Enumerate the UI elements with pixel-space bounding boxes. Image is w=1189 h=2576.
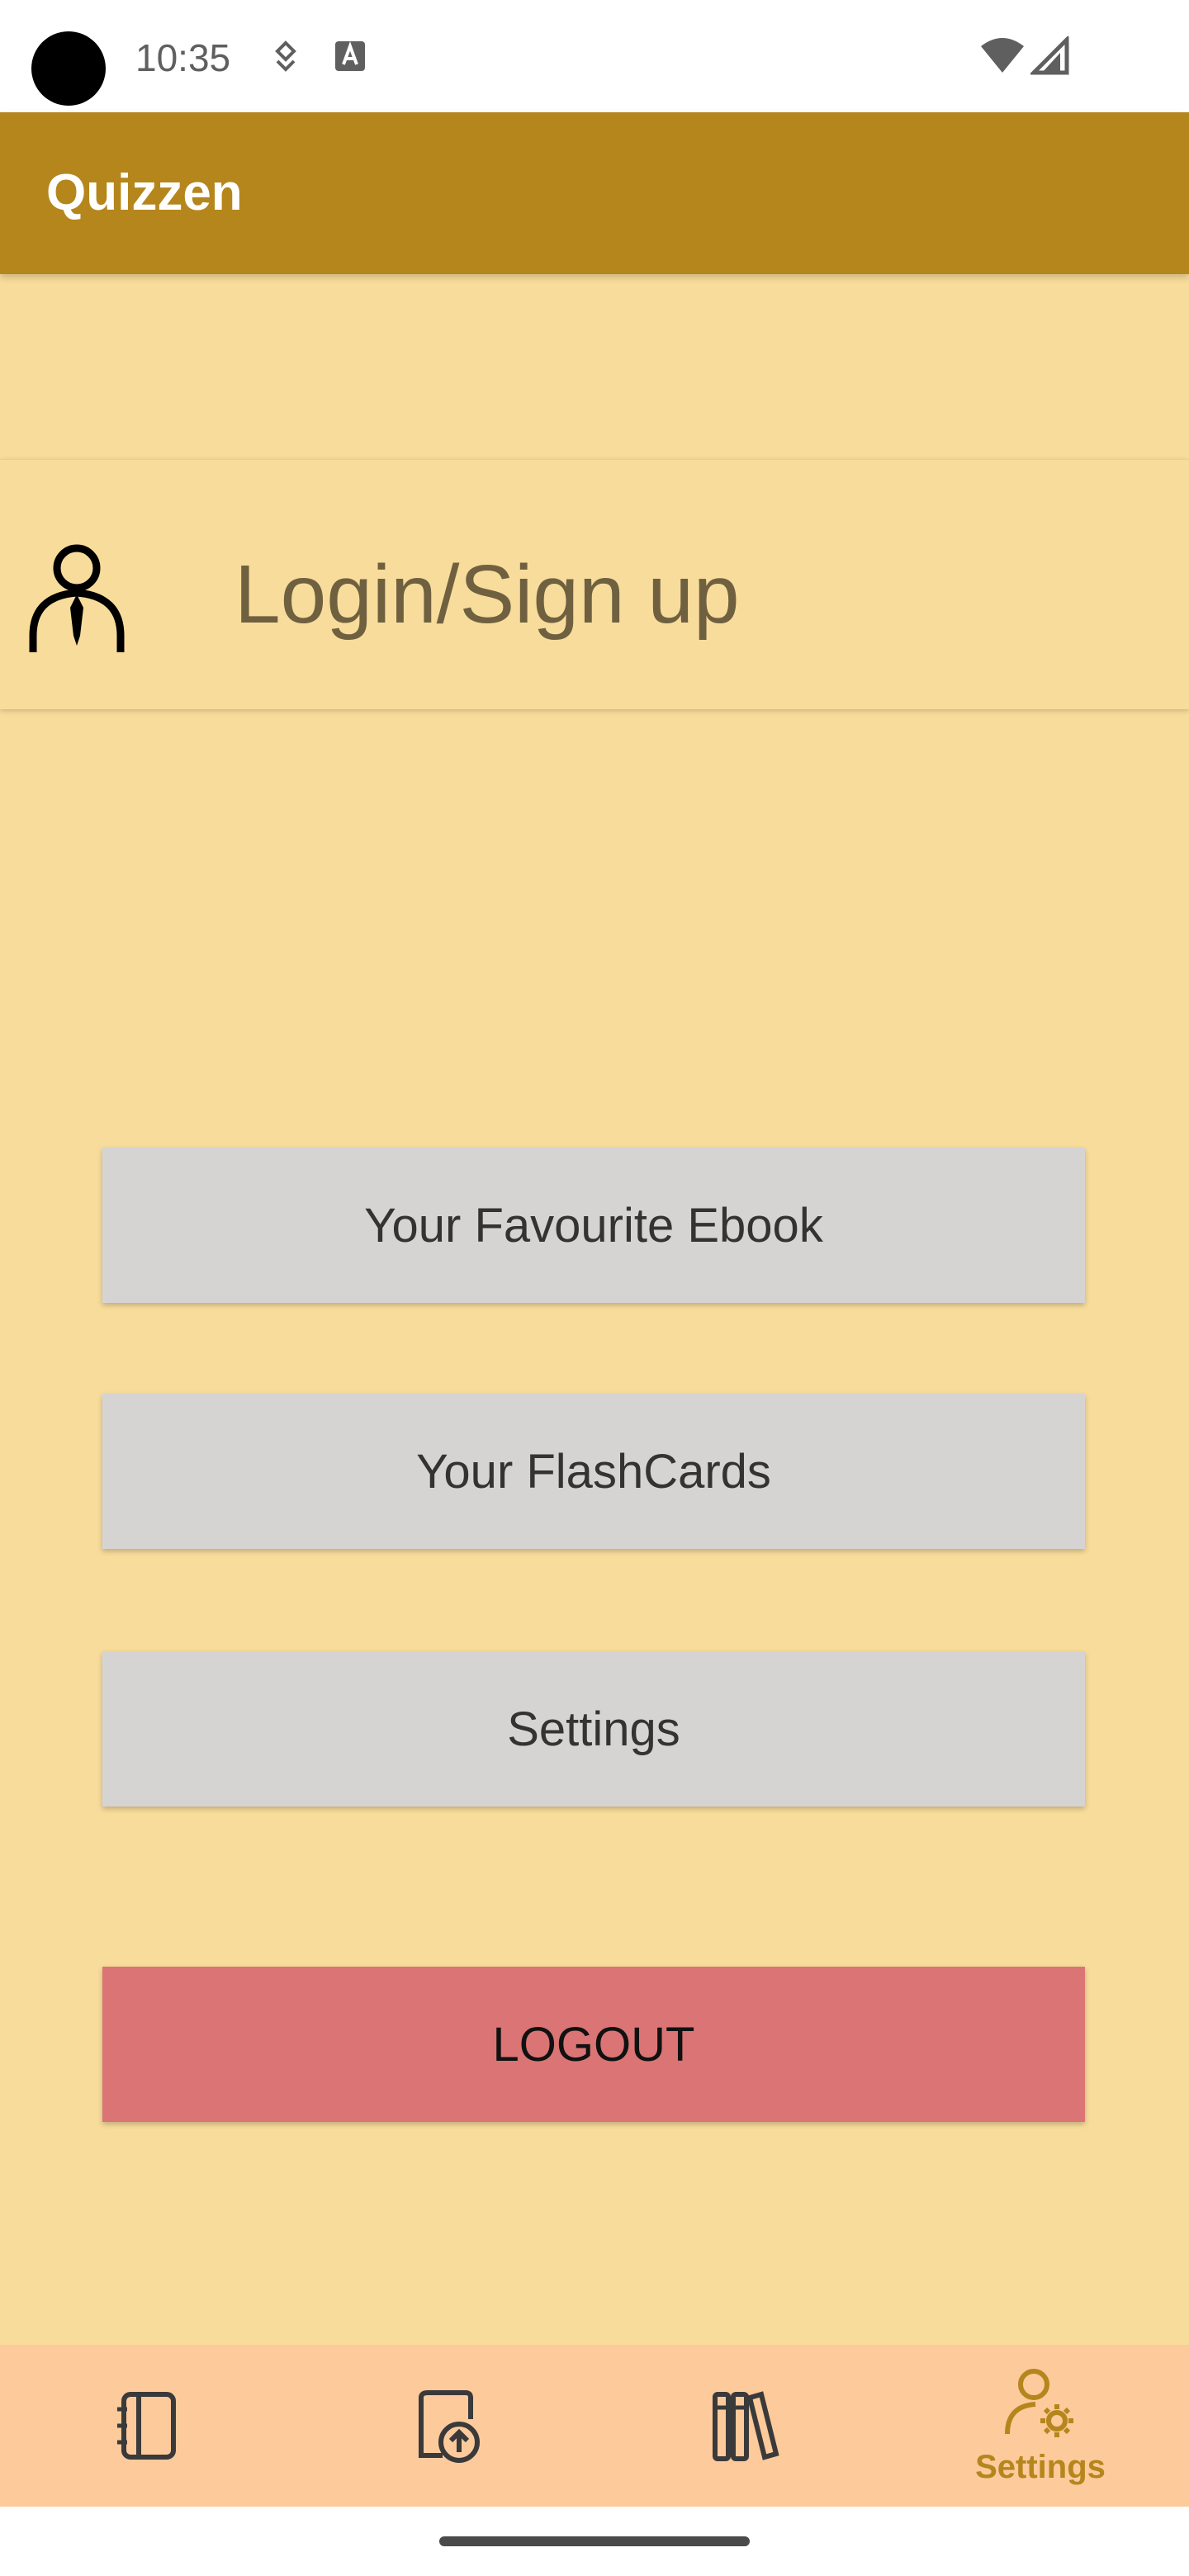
login-signup-label[interactable]: Login/Sign up <box>234 545 740 644</box>
download-notification-icon <box>275 40 296 72</box>
logout-button[interactable]: LOGOUT <box>102 1967 1085 2122</box>
status-time: 10:35 <box>135 36 231 79</box>
app-bar: Quizzen <box>0 112 1189 274</box>
person-tie-icon <box>29 544 125 652</box>
nav-item-settings[interactable]: Settings <box>892 2345 1189 2507</box>
notebook-icon <box>117 2392 176 2460</box>
screen: 10:35 Quizzen Login/Sign up Your Favouri… <box>0 0 1189 2576</box>
flashcards-button[interactable]: Your FlashCards <box>102 1394 1085 1549</box>
nav-item-notebook[interactable] <box>0 2345 297 2507</box>
app-title: Quizzen <box>46 164 243 221</box>
nav-item-upload[interactable] <box>297 2345 594 2507</box>
settings-button[interactable]: Settings <box>102 1651 1085 1807</box>
gesture-bar-area <box>0 2507 1189 2576</box>
home-gesture-handle[interactable] <box>439 2536 750 2546</box>
library-books-icon <box>713 2391 779 2461</box>
user-settings-icon <box>1005 2369 1073 2437</box>
favourite-ebook-button[interactable]: Your Favourite Ebook <box>102 1148 1085 1303</box>
wifi-icon <box>981 38 1024 73</box>
cellular-signal-icon <box>1030 36 1069 75</box>
camera-cutout <box>31 31 106 106</box>
nav-label-settings: Settings <box>975 2449 1106 2485</box>
bottom-navigation: Settings <box>0 2345 1189 2507</box>
text-notification-icon <box>335 41 365 71</box>
status-bar: 10:35 <box>0 0 1189 112</box>
upload-document-icon <box>419 2390 480 2463</box>
nav-item-library[interactable] <box>594 2345 892 2507</box>
